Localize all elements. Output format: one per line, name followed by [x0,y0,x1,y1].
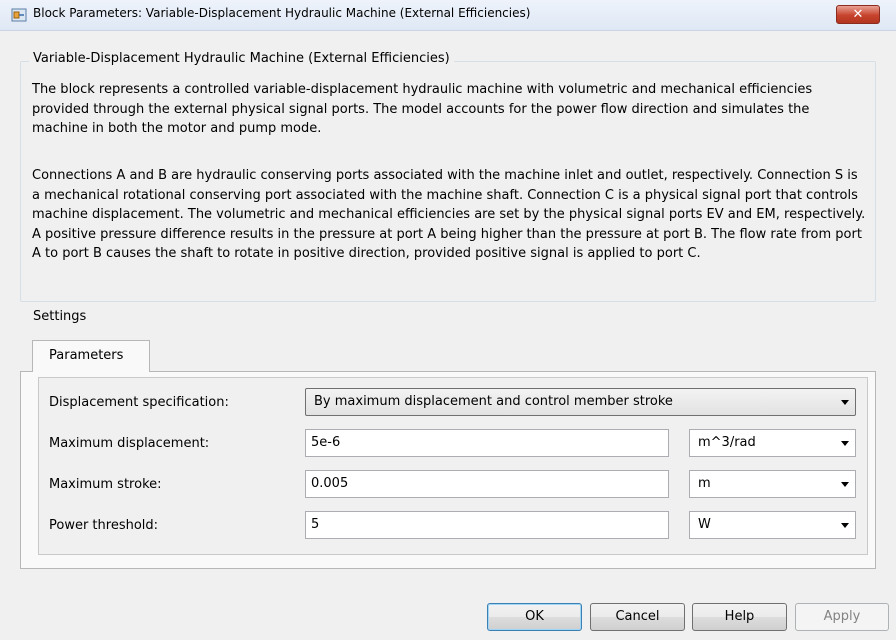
power-threshold-field[interactable]: 5 [305,511,669,539]
chevron-down-icon [841,441,849,446]
tab-parameters[interactable]: Parameters [32,340,150,372]
power-threshold-value: 5 [311,517,320,532]
displacement-spec-label: Displacement specification: [49,395,229,410]
cancel-button[interactable]: Cancel [590,603,685,631]
max-stroke-label: Maximum stroke: [49,477,162,492]
max-displacement-label: Maximum displacement: [49,436,210,451]
chevron-down-icon [841,482,849,487]
power-threshold-label: Power threshold: [49,518,159,533]
ok-button[interactable]: OK [487,603,582,631]
tab-parameters-label: Parameters [49,348,124,363]
help-button[interactable]: Help [692,603,787,631]
max-displacement-value: 5e-6 [311,435,341,450]
power-threshold-unit: W [698,517,711,532]
max-displacement-unit: m^3/rad [698,435,756,450]
max-stroke-unit-dropdown[interactable]: m [689,470,856,498]
displacement-spec-dropdown[interactable]: By maximum displacement and control memb… [305,388,856,416]
title-bar: Block Parameters: Variable-Displacement … [0,0,896,31]
block-name-legend: Variable-Displacement Hydraulic Machine … [29,51,454,66]
max-displacement-unit-dropdown[interactable]: m^3/rad [689,429,856,457]
description-paragraph-2: Connections A and B are hydraulic conser… [32,168,866,261]
window-title: Block Parameters: Variable-Displacement … [33,6,531,20]
apply-button[interactable]: Apply [795,603,889,631]
displacement-spec-value: By maximum displacement and control memb… [314,394,673,409]
max-displacement-field[interactable]: 5e-6 [305,429,669,457]
max-stroke-unit: m [698,476,711,491]
power-threshold-unit-dropdown[interactable]: W [689,511,856,539]
close-icon: ✕ [852,7,864,22]
chevron-down-icon [841,400,849,405]
max-stroke-value: 0.005 [311,476,349,491]
settings-legend: Settings [29,309,91,324]
simulink-block-icon [11,8,27,22]
close-button[interactable]: ✕ [836,5,880,24]
chevron-down-icon [841,523,849,528]
description-paragraph-1: The block represents a controlled variab… [32,82,813,136]
max-stroke-field[interactable]: 0.005 [305,470,669,498]
